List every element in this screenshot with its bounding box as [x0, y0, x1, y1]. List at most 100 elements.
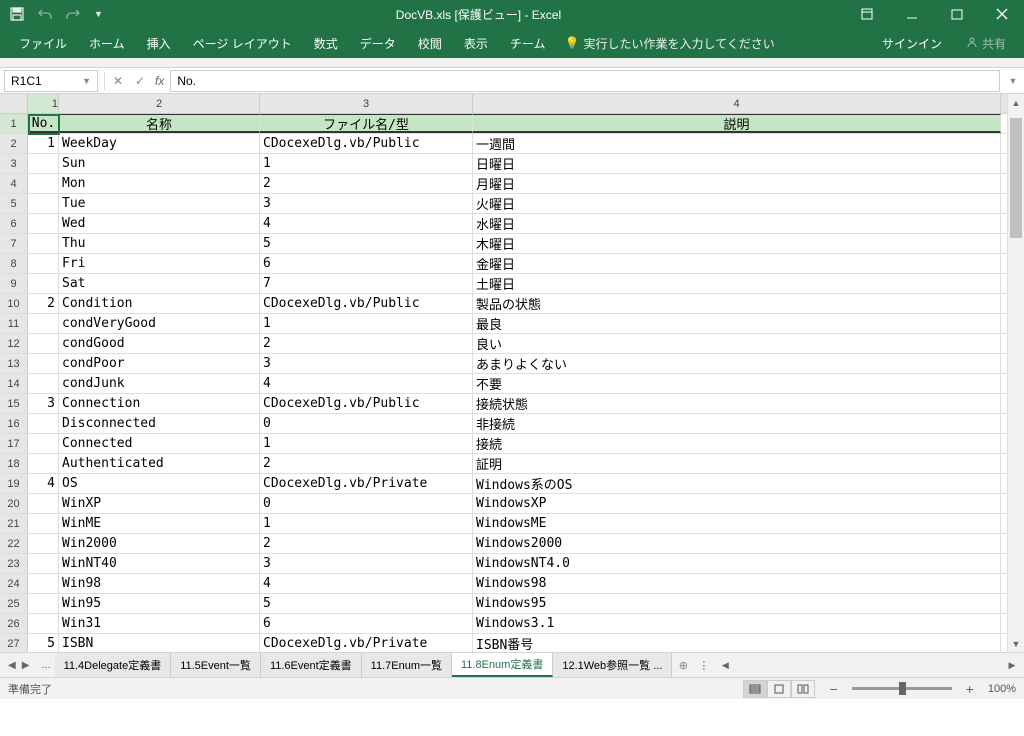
redo-icon[interactable] — [66, 8, 80, 20]
cell[interactable] — [28, 434, 59, 453]
tab-list-menu[interactable]: ⋮ — [694, 659, 713, 672]
col-header-4[interactable]: 4 — [473, 94, 1001, 113]
row-header[interactable]: 11 — [0, 314, 28, 333]
cell[interactable] — [28, 614, 59, 633]
col-header-3[interactable]: 3 — [260, 94, 473, 113]
cell[interactable] — [28, 274, 59, 293]
cell[interactable]: 6 — [260, 254, 473, 273]
header-cell[interactable]: 説明 — [473, 114, 1001, 133]
undo-icon[interactable] — [38, 8, 52, 20]
cell[interactable]: 接続 — [473, 434, 1001, 453]
cell[interactable]: 5 — [260, 234, 473, 253]
tab-view[interactable]: 表示 — [453, 28, 499, 58]
cell[interactable]: 0 — [260, 494, 473, 513]
header-cell[interactable]: No. — [28, 114, 59, 133]
cell[interactable]: 日曜日 — [473, 154, 1001, 173]
cell[interactable]: 最良 — [473, 314, 1001, 333]
cell[interactable]: Windows3.1 — [473, 614, 1001, 633]
cell[interactable]: WinXP — [59, 494, 260, 513]
row-header[interactable]: 9 — [0, 274, 28, 293]
row-header[interactable]: 1 — [0, 114, 28, 133]
row-header[interactable]: 4 — [0, 174, 28, 193]
signin-link[interactable]: サインイン — [868, 35, 956, 52]
chevron-down-icon[interactable]: ▼ — [82, 76, 91, 86]
cell[interactable]: WindowsNT4.0 — [473, 554, 1001, 573]
name-box[interactable]: R1C1 ▼ — [4, 70, 98, 92]
row-header[interactable]: 26 — [0, 614, 28, 633]
cell[interactable] — [28, 354, 59, 373]
row-header[interactable]: 14 — [0, 374, 28, 393]
tab-pagelayout[interactable]: ページ レイアウト — [182, 28, 303, 58]
row-header[interactable]: 24 — [0, 574, 28, 593]
row-header[interactable]: 20 — [0, 494, 28, 513]
cell[interactable] — [28, 414, 59, 433]
cell[interactable]: WinME — [59, 514, 260, 533]
cell[interactable] — [28, 514, 59, 533]
cell[interactable]: 木曜日 — [473, 234, 1001, 253]
sheet-tab[interactable]: 11.5Event一覧 — [171, 653, 261, 677]
cell[interactable]: Sun — [59, 154, 260, 173]
cell[interactable]: 1 — [260, 434, 473, 453]
cell[interactable]: condGood — [59, 334, 260, 353]
row-header[interactable]: 6 — [0, 214, 28, 233]
cell[interactable]: Win2000 — [59, 534, 260, 553]
cell[interactable] — [28, 174, 59, 193]
tab-overflow-left[interactable]: ... — [37, 659, 54, 671]
row-header[interactable]: 5 — [0, 194, 28, 213]
cell[interactable]: 1 — [260, 514, 473, 533]
cell[interactable]: 3 — [260, 554, 473, 573]
cell[interactable]: Tue — [59, 194, 260, 213]
row-header[interactable]: 8 — [0, 254, 28, 273]
ribbon-display-icon[interactable] — [844, 0, 889, 28]
cell[interactable]: 金曜日 — [473, 254, 1001, 273]
cell[interactable]: Condition — [59, 294, 260, 313]
cell[interactable]: 不要 — [473, 374, 1001, 393]
cell[interactable]: CDocexeDlg.vb/Private — [260, 474, 473, 493]
cell[interactable]: Windows2000 — [473, 534, 1001, 553]
page-layout-view-button[interactable] — [767, 680, 791, 698]
scroll-thumb[interactable] — [1010, 118, 1022, 238]
cell[interactable] — [28, 494, 59, 513]
cell[interactable] — [28, 594, 59, 613]
page-break-view-button[interactable] — [791, 680, 815, 698]
cell[interactable]: 1 — [260, 154, 473, 173]
cell[interactable]: Thu — [59, 234, 260, 253]
save-icon[interactable] — [10, 7, 24, 21]
zoom-slider[interactable] — [852, 687, 952, 690]
formula-expand-icon[interactable]: ▼ — [1006, 76, 1020, 86]
row-header[interactable]: 19 — [0, 474, 28, 493]
cell[interactable]: WindowsME — [473, 514, 1001, 533]
row-header[interactable]: 18 — [0, 454, 28, 473]
tab-data[interactable]: データ — [349, 28, 407, 58]
cell[interactable]: 2 — [28, 294, 59, 313]
cell[interactable]: 非接続 — [473, 414, 1001, 433]
row-header[interactable]: 21 — [0, 514, 28, 533]
cell[interactable]: CDocexeDlg.vb/Public — [260, 294, 473, 313]
cell[interactable]: 3 — [260, 194, 473, 213]
horizontal-scrollbar[interactable]: ◀ ▶ — [717, 658, 1020, 673]
cell[interactable]: 水曜日 — [473, 214, 1001, 233]
cell[interactable]: condPoor — [59, 354, 260, 373]
cell[interactable]: condVeryGood — [59, 314, 260, 333]
cell[interactable]: WeekDay — [59, 134, 260, 153]
sheet-tab[interactable]: 11.8Enum定義書 — [452, 653, 553, 677]
cell[interactable] — [28, 334, 59, 353]
row-header[interactable]: 23 — [0, 554, 28, 573]
cell[interactable]: ISBN番号 — [473, 634, 1001, 652]
cell[interactable]: 土曜日 — [473, 274, 1001, 293]
row-header[interactable]: 13 — [0, 354, 28, 373]
cell[interactable]: Win95 — [59, 594, 260, 613]
cell[interactable]: Sat — [59, 274, 260, 293]
sheet-tab[interactable]: 11.7Enum一覧 — [362, 653, 452, 677]
cell[interactable]: CDocexeDlg.vb/Public — [260, 134, 473, 153]
col-header-2[interactable]: 2 — [59, 94, 260, 113]
hscroll-right-icon[interactable]: ▶ — [1004, 660, 1020, 671]
formula-input[interactable]: No. — [170, 70, 1000, 92]
cell[interactable]: 製品の状態 — [473, 294, 1001, 313]
row-header[interactable]: 7 — [0, 234, 28, 253]
cell[interactable]: 良い — [473, 334, 1001, 353]
row-header[interactable]: 17 — [0, 434, 28, 453]
cell[interactable] — [28, 234, 59, 253]
cell[interactable]: WinNT40 — [59, 554, 260, 573]
cell[interactable]: WindowsXP — [473, 494, 1001, 513]
